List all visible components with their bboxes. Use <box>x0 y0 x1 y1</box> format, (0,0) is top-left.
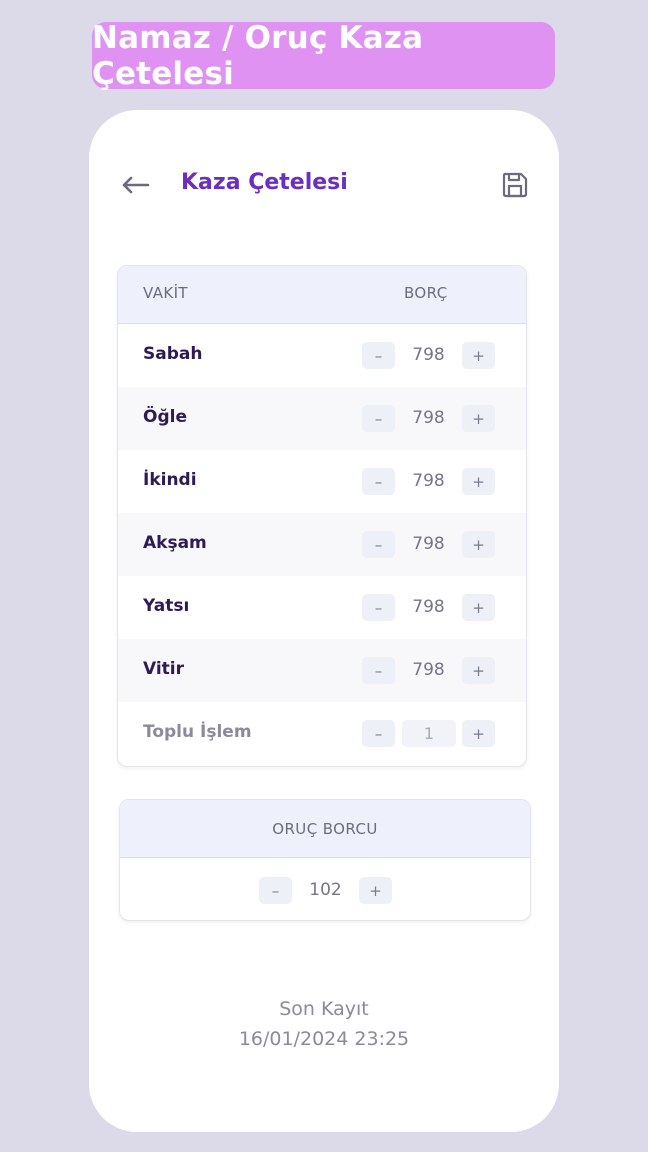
arrow-left-icon <box>122 176 150 194</box>
fast-increment-button[interactable]: + <box>359 877 392 904</box>
top-bar: Kaza Çetelesi <box>89 110 559 260</box>
back-button[interactable] <box>119 172 151 198</box>
fast-debt-title: ORUÇ BORCU <box>120 800 530 858</box>
debt-value: 798 <box>412 408 445 428</box>
debt-value: 798 <box>412 660 445 680</box>
debt-stepper: – 798 + <box>362 468 496 495</box>
column-header-vakit: VAKİT <box>143 284 188 302</box>
fast-debt-value: 102 <box>309 880 342 900</box>
increment-button[interactable]: + <box>462 405 495 432</box>
row-label: Yatsı <box>143 596 190 616</box>
debt-stepper: – 798 + <box>362 657 496 684</box>
fast-debt-stepper: – 102 + <box>259 877 392 904</box>
decrement-button[interactable]: – <box>362 657 395 684</box>
fast-decrement-button[interactable]: – <box>259 877 292 904</box>
last-saved-label: Son Kayıt <box>279 998 369 1020</box>
fast-debt-card: ORUÇ BORCU – 102 + <box>119 799 531 921</box>
debt-value: 798 <box>412 597 445 617</box>
table-row: Öğle – 798 + <box>118 387 526 450</box>
bulk-increment-button[interactable]: + <box>462 720 495 747</box>
debt-stepper: – 798 + <box>362 342 496 369</box>
page-title: Kaza Çetelesi <box>181 170 348 195</box>
table-row: İkindi – 798 + <box>118 450 526 513</box>
increment-button[interactable]: + <box>462 342 495 369</box>
decrement-button[interactable]: – <box>362 531 395 558</box>
decrement-button[interactable]: – <box>362 405 395 432</box>
debt-value: 798 <box>412 534 445 554</box>
table-header: VAKİT BORÇ <box>118 266 526 324</box>
debt-stepper: – 798 + <box>362 405 496 432</box>
increment-button[interactable]: + <box>462 594 495 621</box>
debt-value: 798 <box>412 345 445 365</box>
bulk-amount-input[interactable] <box>402 720 456 747</box>
phone-screen: Kaza Çetelesi VAKİT BORÇ Sabah – 798 + Ö… <box>89 110 559 1132</box>
row-label: Sabah <box>143 344 203 364</box>
prayer-debt-table: VAKİT BORÇ Sabah – 798 + Öğle – 798 + İk… <box>117 265 527 767</box>
decrement-button[interactable]: – <box>362 342 395 369</box>
increment-button[interactable]: + <box>462 657 495 684</box>
floppy-disk-icon <box>502 172 528 198</box>
column-header-borc: BORÇ <box>404 284 448 302</box>
table-row: Yatsı – 798 + <box>118 576 526 639</box>
decrement-button[interactable]: – <box>362 468 395 495</box>
row-label: Vitir <box>143 659 185 679</box>
debt-stepper: – 798 + <box>362 531 496 558</box>
increment-button[interactable]: + <box>462 468 495 495</box>
app-banner-title: Namaz / Oruç Kaza Çetelesi <box>92 20 555 92</box>
increment-button[interactable]: + <box>462 531 495 558</box>
decrement-button[interactable]: – <box>362 594 395 621</box>
table-row: Vitir – 798 + <box>118 639 526 702</box>
table-row: Sabah – 798 + <box>118 324 526 387</box>
row-label: Öğle <box>143 407 187 427</box>
save-button[interactable] <box>498 168 532 202</box>
last-saved-timestamp: 16/01/2024 23:25 <box>238 1028 410 1050</box>
debt-stepper: – 798 + <box>362 594 496 621</box>
table-row: Akşam – 798 + <box>118 513 526 576</box>
bulk-operation-label: Toplu İşlem <box>143 722 252 742</box>
bulk-decrement-button[interactable]: – <box>362 720 395 747</box>
bulk-stepper: – + <box>362 720 496 747</box>
bulk-operation-row: Toplu İşlem – + <box>118 702 526 765</box>
row-label: Akşam <box>143 533 207 553</box>
debt-value: 798 <box>412 471 445 491</box>
row-label: İkindi <box>143 470 197 490</box>
